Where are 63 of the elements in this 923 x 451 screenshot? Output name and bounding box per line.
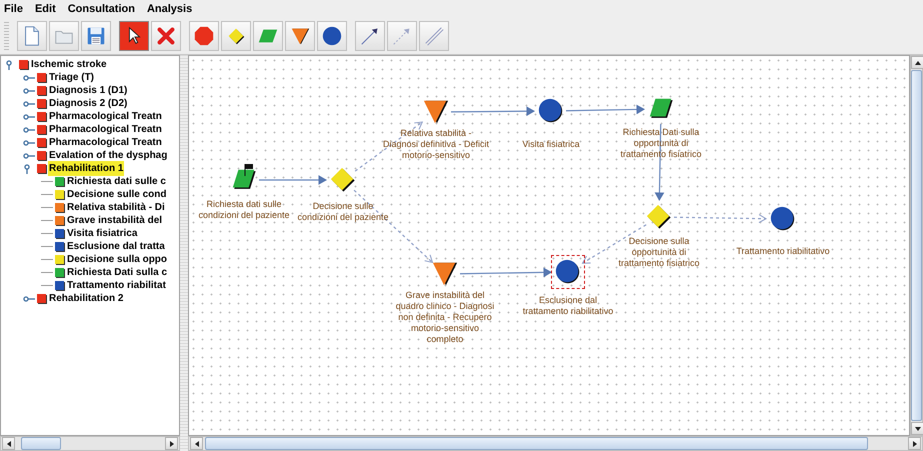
tree-item[interactable]: Pharmacological Treatn: [48, 135, 163, 150]
tree-item[interactable]: Richiesta Dati sulla c: [66, 265, 168, 280]
tree-item[interactable]: Pharmacological Treatn: [48, 122, 163, 137]
expander-icon[interactable]: [23, 294, 35, 304]
expander-icon[interactable]: [23, 72, 35, 82]
tree-item[interactable]: Grave instabilità del: [66, 213, 164, 228]
tree-item[interactable]: Ischemic stroke: [30, 57, 108, 72]
tree-item[interactable]: Evalation of the dysphag: [48, 148, 168, 163]
arrow-right-icon: [912, 440, 918, 446]
tree-item[interactable]: Decisione sulla oppo: [66, 252, 168, 267]
expander-icon[interactable]: [23, 98, 35, 108]
menu-item[interactable]: Edit: [34, 0, 56, 18]
horizontal-scrollbar[interactable]: [188, 436, 923, 451]
tree-item[interactable]: Visita fisiatrica: [66, 226, 138, 241]
tree-item[interactable]: Pharmacological Treatn: [48, 109, 163, 124]
tree-item[interactable]: Triage (T): [48, 70, 96, 85]
tree-item[interactable]: Diagnosis 1 (D1): [48, 83, 128, 98]
node-label: Relativa stabilità - Diagnosi definitiva - Deficit motorio-sensitivo: [382, 128, 490, 161]
menu-item[interactable]: Consultation: [68, 0, 135, 18]
node-label: Decisione sulla opportunità di trattamento fisiatrico: [617, 236, 701, 269]
node-label: Grave instabilità del quadro clinico - Diagnosi non definita - Recupero motorio-sensitivo completo: [395, 290, 495, 345]
tree-item[interactable]: Rehabilitation 1: [48, 161, 124, 176]
scroll-right-button[interactable]: [165, 437, 178, 450]
scroll-down-button[interactable]: [911, 422, 923, 435]
node-label: Trattamento riabilitativo: [735, 246, 831, 257]
scrollbar-thumb[interactable]: [911, 70, 922, 421]
tool-button[interactable]: [317, 21, 347, 51]
vertical-scrollbar[interactable]: [910, 55, 923, 436]
node-label: Esclusione dal trattamento riabilitativo: [522, 295, 614, 317]
tree-item[interactable]: Decisione sulle cond: [66, 187, 168, 202]
arrow-right-icon: [168, 440, 174, 446]
delete-icon: [155, 25, 177, 47]
scroll-left-button[interactable]: [2, 437, 15, 450]
scrollbar-thumb[interactable]: [205, 437, 868, 450]
tree-item[interactable]: Diagnosis 2 (D2): [48, 96, 128, 111]
node-label: Decisione sulle condizioni del paziente: [296, 201, 390, 223]
tree-item[interactable]: Rehabilitation 2: [48, 291, 124, 306]
menu-item[interactable]: File: [4, 0, 23, 18]
expander-icon[interactable]: [23, 150, 35, 160]
tree-item[interactable]: Esclusione dal tratta: [66, 239, 166, 254]
scroll-up-button[interactable]: [911, 56, 923, 69]
expander-icon[interactable]: [23, 112, 35, 122]
expander-icon[interactable]: [23, 124, 35, 134]
menu-item[interactable]: Analysis: [146, 0, 192, 18]
scroll-left-button[interactable]: [190, 437, 203, 450]
expander-icon[interactable]: [23, 138, 35, 148]
double-line-icon: [423, 25, 445, 47]
octagon-icon: [193, 25, 215, 47]
arrow-up-icon: [914, 60, 920, 66]
node-label: Richiesta dati sulle condizioni del paziente: [197, 199, 291, 221]
tree-item[interactable]: Relativa stabilità - Di: [66, 200, 166, 215]
tool-button[interactable]: [119, 21, 149, 51]
tree-item[interactable]: Trattamento riabilitat: [66, 278, 167, 293]
arrow-left-icon: [194, 440, 200, 446]
tree-item[interactable]: Richiesta dati sulle c: [66, 174, 167, 189]
scrollbar-thumb[interactable]: [21, 437, 61, 450]
horizontal-scrollbar[interactable]: [0, 436, 180, 451]
arrow-down-icon: [914, 426, 920, 432]
scroll-right-button[interactable]: [908, 437, 921, 450]
arrow-left-icon: [6, 440, 12, 446]
expander-icon[interactable]: [23, 86, 35, 96]
circle-icon: [321, 25, 343, 47]
node-label: Visita fisiatrica: [521, 139, 581, 150]
